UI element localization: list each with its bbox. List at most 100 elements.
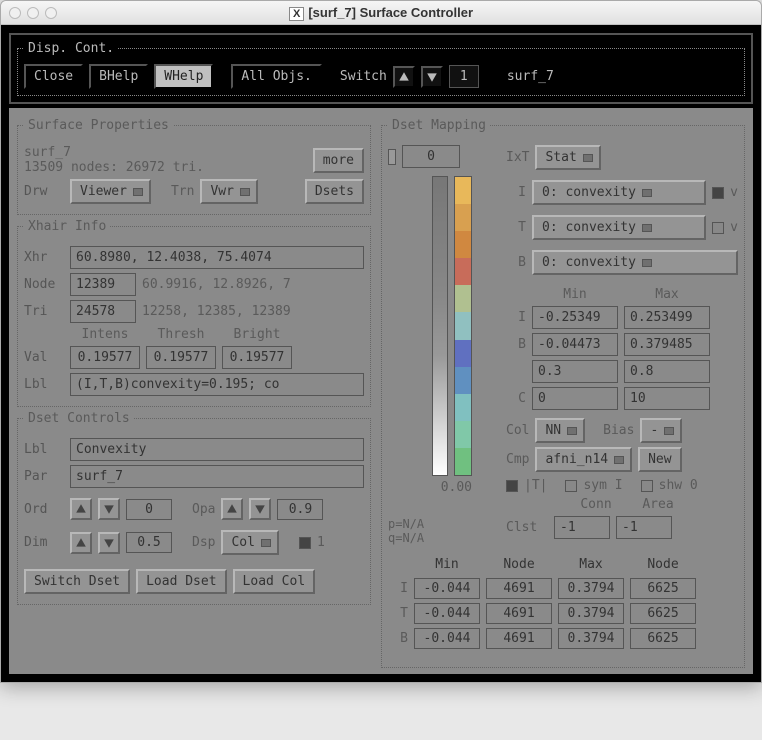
dim-field[interactable]: 0.5 — [126, 532, 172, 553]
load-col-button[interactable]: Load Col — [233, 569, 316, 594]
one-checkbox[interactable] — [299, 537, 311, 549]
t-stat-max: 0.3794 — [558, 603, 624, 624]
t-v-check[interactable] — [712, 222, 724, 234]
b-max[interactable]: 0.379485 — [624, 333, 710, 356]
minimize-dot[interactable] — [27, 7, 39, 19]
q-val: q=N/A — [388, 531, 498, 545]
b-select[interactable]: 0: convexity — [532, 250, 738, 275]
ctl-par-field[interactable]: surf_7 — [70, 465, 364, 488]
clst-area[interactable]: -1 — [616, 516, 672, 539]
all-objs-button[interactable]: All Objs. — [231, 64, 321, 89]
colormap-bar[interactable] — [454, 176, 472, 476]
switch-value[interactable]: 1 — [449, 65, 479, 88]
drw-select[interactable]: Viewer — [70, 179, 151, 204]
h-thresh: Thresh — [146, 327, 216, 342]
dsetmap-legend: Dset Mapping — [388, 118, 490, 133]
ord-field[interactable]: 0 — [126, 499, 172, 520]
thresh-top[interactable]: 0 — [402, 145, 460, 168]
window-title: X[surf_7] Surface Controller — [1, 5, 761, 20]
cmp-select[interactable]: afni_n14 — [535, 447, 632, 472]
switch-up-icon[interactable] — [393, 66, 415, 88]
traffic-lights — [9, 7, 57, 19]
opa-down-icon[interactable] — [249, 498, 271, 520]
tri-label: Tri — [24, 304, 64, 319]
ord-down-icon[interactable] — [98, 498, 120, 520]
dsp-select[interactable]: Col — [221, 530, 278, 555]
close-dot[interactable] — [9, 7, 21, 19]
val1: 0.19577 — [70, 346, 140, 369]
b-stat-max: 0.3794 — [558, 628, 624, 649]
bhelp-button[interactable]: BHelp — [89, 64, 148, 89]
surf-name: surf_7 — [24, 145, 204, 160]
xhr-field[interactable]: 60.8980, 12.4038, 75.4074 — [70, 246, 364, 269]
ord-label: Ord — [24, 502, 64, 517]
drw-label: Drw — [24, 184, 64, 199]
node-label: Node — [24, 277, 64, 292]
tri-nodes: 12258, 12385, 12389 — [142, 304, 291, 319]
lbl-field[interactable]: (I,T,B)convexity=0.195; co — [70, 373, 364, 396]
t-label: T — [506, 220, 526, 235]
i-max[interactable]: 0.253499 — [624, 306, 710, 329]
r3-min[interactable]: 0.3 — [532, 360, 618, 383]
col-select[interactable]: NN — [535, 418, 585, 443]
ord-up-icon[interactable] — [70, 498, 92, 520]
ctl-lbl-field[interactable]: Convexity — [70, 438, 364, 461]
switch-down-icon[interactable] — [421, 66, 443, 88]
surface-properties: Surface Properties surf_7 13509 nodes: 2… — [17, 118, 371, 215]
cmp-label: Cmp — [506, 452, 529, 467]
dim-label: Dim — [24, 535, 64, 550]
col-label: Col — [506, 423, 529, 438]
ixt-label: IxT — [506, 150, 529, 165]
titlebar: X[surf_7] Surface Controller — [1, 1, 761, 25]
ixt-select[interactable]: Stat — [535, 145, 600, 170]
h-bright: Bright — [222, 327, 292, 342]
dsets-button[interactable]: Dsets — [305, 179, 364, 204]
b-label: B — [506, 255, 526, 270]
opa-up-icon[interactable] — [221, 498, 243, 520]
dim-down-icon[interactable] — [98, 532, 120, 554]
i-min[interactable]: -0.25349 — [532, 306, 618, 329]
max-h: Max — [624, 287, 710, 302]
c-max[interactable]: 10 — [624, 387, 710, 410]
dim-up-icon[interactable] — [70, 532, 92, 554]
opa-field[interactable]: 0.9 — [277, 499, 323, 520]
surf-label: surf_7 — [507, 69, 554, 84]
more-button[interactable]: more — [313, 148, 364, 173]
iti-check[interactable] — [506, 480, 518, 492]
trn-label: Trn — [171, 184, 194, 199]
b-stat-min: -0.044 — [414, 628, 480, 649]
whelp-button[interactable]: WHelp — [154, 64, 213, 89]
shw0-check[interactable] — [641, 480, 653, 492]
load-dset-button[interactable]: Load Dset — [136, 569, 226, 594]
i-stat-max: 0.3794 — [558, 578, 624, 599]
dsetctl-legend: Dset Controls — [24, 411, 134, 426]
switch-label: Switch — [340, 69, 387, 84]
node-coord: 60.9916, 12.8926, 7 — [142, 277, 291, 292]
h-intens: Intens — [70, 327, 140, 342]
thresh-slider-knob[interactable] — [388, 149, 396, 165]
t-select[interactable]: 0: convexity — [532, 215, 706, 240]
symi-check[interactable] — [565, 480, 577, 492]
t-stat-node2: 6625 — [630, 603, 696, 624]
b-min[interactable]: -0.04473 — [532, 333, 618, 356]
bias-select[interactable]: - — [640, 418, 682, 443]
xhair-info: Xhair Info Xhr 60.8980, 12.4038, 75.4074… — [17, 219, 371, 407]
r3-max[interactable]: 0.8 — [624, 360, 710, 383]
xhair-legend: Xhair Info — [24, 219, 110, 234]
node-field[interactable]: 12389 — [70, 273, 136, 296]
i-select[interactable]: 0: convexity — [532, 180, 706, 205]
p-val: p=N/A — [388, 517, 498, 531]
close-button[interactable]: Close — [24, 64, 83, 89]
ctl-lbl-label: Lbl — [24, 442, 64, 457]
i-v-check[interactable] — [712, 187, 724, 199]
clst-conn[interactable]: -1 — [554, 516, 610, 539]
threshold-bar[interactable] — [432, 176, 448, 476]
trn-select[interactable]: Vwr — [200, 179, 257, 204]
b-stat-node1: 4691 — [486, 628, 552, 649]
c-min[interactable]: 0 — [532, 387, 618, 410]
switch-dset-button[interactable]: Switch Dset — [24, 569, 130, 594]
val2: 0.19577 — [146, 346, 216, 369]
zoom-dot[interactable] — [45, 7, 57, 19]
tri-field[interactable]: 24578 — [70, 300, 136, 323]
new-button[interactable]: New — [638, 447, 681, 472]
